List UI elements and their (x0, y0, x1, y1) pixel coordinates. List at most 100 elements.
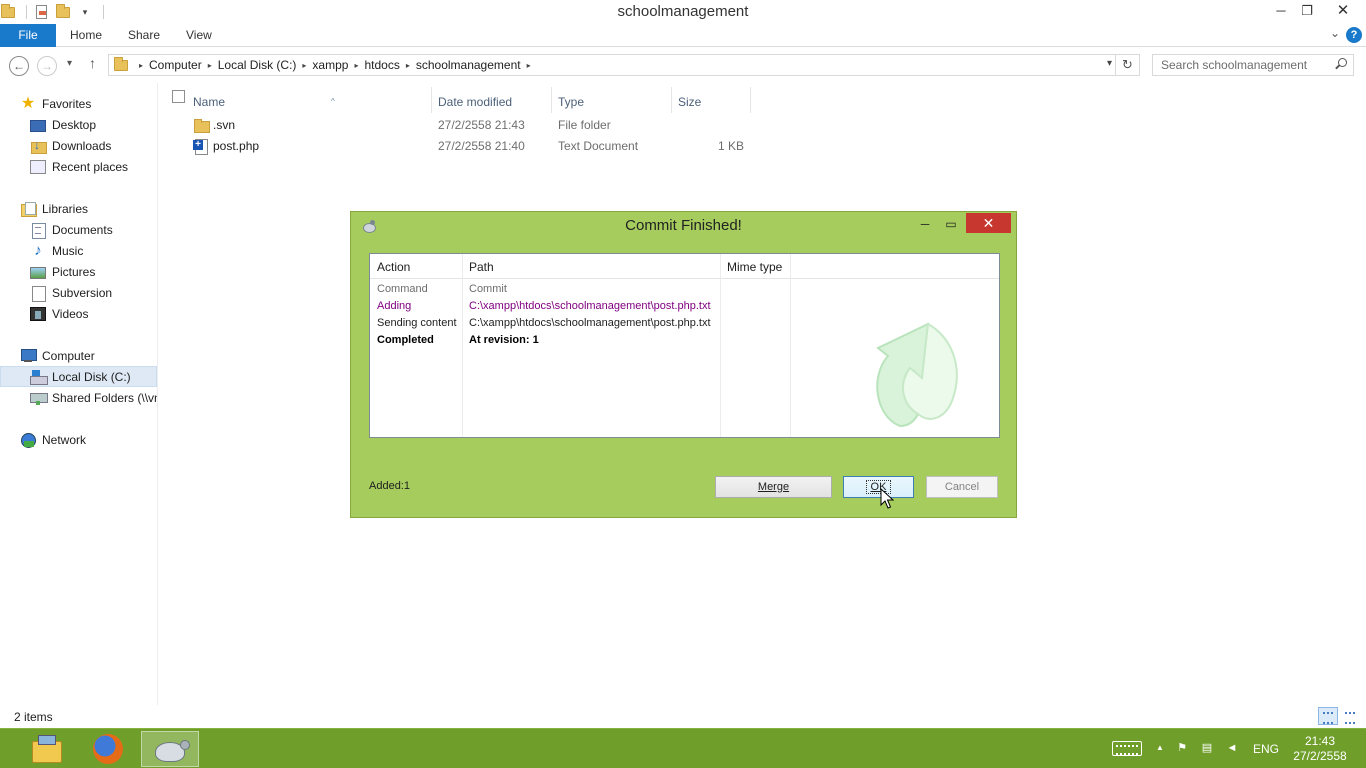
php-file-icon (193, 138, 209, 155)
file-size: 1 KB (717, 139, 744, 153)
firefox-icon[interactable] (80, 731, 138, 767)
breadcrumb-htdocs[interactable]: htdocs (360, 58, 403, 72)
breadcrumb-arrow-icon[interactable]: ▸ (206, 61, 214, 70)
breadcrumb-computer[interactable]: Computer (145, 58, 206, 72)
search-icon[interactable] (1335, 58, 1347, 70)
divider[interactable] (671, 87, 672, 113)
minimize-button[interactable]: ─ (1268, 0, 1294, 22)
breadcrumb-local-disk[interactable]: Local Disk (C:) (214, 58, 301, 72)
sidebar-item-network[interactable]: Network (0, 429, 157, 450)
table-row[interactable]: .svn 27/2/2558 21:43 File folder (159, 115, 759, 136)
select-all-checkbox[interactable] (172, 90, 185, 103)
recent-locations-button[interactable]: ▾ (67, 58, 72, 69)
touch-keyboard-icon[interactable] (1112, 741, 1142, 756)
action-center-flag-icon[interactable]: ⚑ (1175, 741, 1189, 755)
dialog-close-button[interactable]: ✕ (966, 213, 1011, 233)
breadcrumb-arrow-icon[interactable]: ▸ (137, 61, 145, 70)
input-language-indicator[interactable]: ENG (1253, 742, 1279, 756)
address-bar[interactable]: ▸ Computer ▸ Local Disk (C:) ▸ xampp ▸ h… (108, 54, 1116, 76)
help-icon[interactable]: ? (1346, 27, 1362, 43)
dialog-maximize-button[interactable]: ▭ (944, 215, 958, 233)
sidebar-item-music[interactable]: ♪ Music (0, 240, 157, 261)
tab-view[interactable]: View (186, 24, 212, 47)
column-header-action[interactable]: Action (377, 260, 410, 274)
network-icon (20, 432, 36, 448)
breadcrumb-xampp[interactable]: xampp (308, 58, 352, 72)
ok-button[interactable]: OK (843, 476, 914, 498)
details-view-icon[interactable] (1318, 707, 1338, 725)
address-dropdown-icon[interactable]: ▾ (1107, 58, 1112, 69)
sidebar-item-documents[interactable]: Documents (0, 219, 157, 240)
window-title: schoolmanagement (617, 3, 749, 20)
divider[interactable] (750, 87, 751, 113)
breadcrumb-arrow-icon[interactable]: ▸ (300, 61, 308, 70)
forward-button[interactable]: → (37, 56, 57, 76)
column-header-size[interactable]: Size (678, 89, 701, 113)
sidebar-item-pictures[interactable]: Pictures (0, 261, 157, 282)
file-name: .svn (213, 118, 236, 132)
breadcrumb: ▸ Computer ▸ Local Disk (C:) ▸ xampp ▸ h… (113, 55, 533, 75)
search-box (1152, 54, 1354, 76)
sidebar-item-label: Recent places (52, 159, 129, 174)
sidebar-item-local-disk[interactable]: Local Disk (C:) (0, 366, 157, 387)
volume-icon[interactable]: ◄ (1225, 741, 1239, 755)
path-cell: C:\xampp\htdocs\schoolmanagement\post.ph… (469, 317, 711, 329)
clock[interactable]: 21:43 27/2/2558 (1290, 734, 1350, 764)
breadcrumb-schoolmanagement[interactable]: schoolmanagement (412, 58, 525, 72)
column-header-name[interactable]: Name ^ (193, 89, 429, 113)
sidebar-item-subversion[interactable]: Subversion (0, 282, 157, 303)
file-explorer-icon[interactable] (17, 731, 75, 767)
breadcrumb-arrow-icon[interactable]: ▸ (525, 61, 533, 70)
back-button[interactable]: ← (9, 56, 29, 76)
status-bar: 2 items (0, 705, 1366, 728)
restore-button[interactable]: ❐ (1294, 0, 1320, 22)
sidebar-item-shared-folders[interactable]: Shared Folders (\\vn (0, 387, 157, 408)
sidebar-item-desktop[interactable]: Desktop (0, 114, 157, 135)
sidebar-item-libraries[interactable]: Libraries (0, 198, 157, 219)
tab-share[interactable]: Share (128, 24, 160, 47)
sidebar-item-downloads[interactable]: Downloads (0, 135, 157, 156)
divider[interactable] (431, 87, 432, 113)
sidebar-item-label: Videos (52, 306, 89, 321)
column-header-date-modified[interactable]: Date modified (438, 89, 512, 113)
list-item[interactable]: Sending content C:\xampp\htdocs\schoolma… (370, 315, 999, 332)
search-input[interactable] (1153, 55, 1323, 75)
refresh-button[interactable]: ↻ (1116, 54, 1140, 76)
folder-icon (113, 57, 129, 73)
network-status-icon[interactable]: ▤ (1200, 741, 1214, 755)
dialog-minimize-button[interactable]: ─ (918, 215, 932, 233)
file-date: 27/2/2558 21:40 (438, 139, 525, 153)
path-cell: C:\xampp\htdocs\schoolmanagement\post.ph… (469, 300, 711, 312)
sidebar-item-label: Libraries (42, 201, 89, 216)
tab-file[interactable]: File (0, 24, 56, 47)
column-header-type[interactable]: Type (558, 89, 584, 113)
cancel-button[interactable]: Cancel (926, 476, 998, 498)
commit-results-list[interactable]: Action Path Mime type Command Commit Add… (369, 253, 1000, 438)
list-item[interactable]: Adding C:\xampp\htdocs\schoolmanagement\… (370, 298, 999, 315)
large-icons-view-icon[interactable] (1340, 707, 1360, 725)
network-drive-icon (30, 390, 48, 406)
expand-ribbon-icon[interactable]: ⌄ (1330, 26, 1340, 40)
path-cell: Commit (469, 283, 507, 295)
close-button[interactable]: ✕ (1320, 0, 1366, 22)
list-item[interactable]: Completed At revision: 1 (370, 332, 999, 349)
sidebar-item-videos[interactable]: Videos (0, 303, 157, 324)
tortoisesvn-taskbar-icon[interactable] (141, 731, 199, 767)
breadcrumb-arrow-icon[interactable]: ▸ (352, 61, 360, 70)
column-header-path[interactable]: Path (469, 260, 494, 274)
column-header-mime-type[interactable]: Mime type (727, 260, 782, 274)
breadcrumb-arrow-icon[interactable]: ▸ (404, 61, 412, 70)
tab-home[interactable]: Home (70, 24, 102, 47)
sidebar-item-favorites[interactable]: ★ Favorites (0, 93, 157, 114)
show-hidden-icons-button[interactable]: ▲ (1153, 741, 1167, 755)
up-button[interactable]: ↑ (89, 55, 96, 71)
clock-date: 27/2/2558 (1293, 749, 1347, 763)
divider[interactable] (551, 87, 552, 113)
sidebar-item-recent-places[interactable]: Recent places (0, 156, 157, 177)
sidebar-item-computer[interactable]: Computer (0, 345, 157, 366)
table-row[interactable]: post.php 27/2/2558 21:40 Text Document 1… (159, 136, 759, 157)
merge-button[interactable]: Merge (715, 476, 832, 498)
sidebar-item-label: Local Disk (C:) (52, 369, 131, 384)
libraries-icon (20, 201, 37, 217)
list-item[interactable]: Command Commit (370, 281, 999, 298)
